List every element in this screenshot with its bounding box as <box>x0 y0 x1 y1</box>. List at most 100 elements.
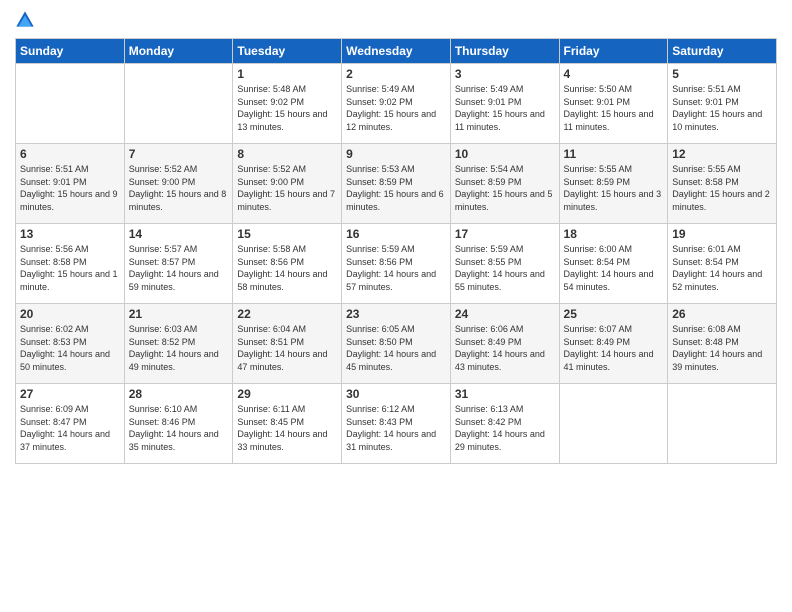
calendar-cell: 29 Sunrise: 6:11 AM Sunset: 8:45 PM Dayli… <box>233 384 342 464</box>
day-info: Sunrise: 5:57 AM Sunset: 8:57 PM Dayligh… <box>129 243 229 293</box>
day-number: 17 <box>455 227 555 241</box>
week-row-3: 13 Sunrise: 5:56 AM Sunset: 8:58 PM Dayli… <box>16 224 777 304</box>
day-info: Sunrise: 6:11 AM Sunset: 8:45 PM Dayligh… <box>237 403 337 453</box>
day-number: 16 <box>346 227 446 241</box>
day-number: 3 <box>455 67 555 81</box>
week-row-1: 1 Sunrise: 5:48 AM Sunset: 9:02 PM Daylig… <box>16 64 777 144</box>
day-number: 7 <box>129 147 229 161</box>
calendar-cell: 9 Sunrise: 5:53 AM Sunset: 8:59 PM Daylig… <box>342 144 451 224</box>
day-info: Sunrise: 6:09 AM Sunset: 8:47 PM Dayligh… <box>20 403 120 453</box>
day-number: 20 <box>20 307 120 321</box>
day-number: 22 <box>237 307 337 321</box>
day-info: Sunrise: 5:49 AM Sunset: 9:02 PM Dayligh… <box>346 83 446 133</box>
day-number: 26 <box>672 307 772 321</box>
day-info: Sunrise: 5:55 AM Sunset: 8:59 PM Dayligh… <box>564 163 664 213</box>
calendar-cell: 28 Sunrise: 6:10 AM Sunset: 8:46 PM Dayli… <box>124 384 233 464</box>
day-info: Sunrise: 5:56 AM Sunset: 8:58 PM Dayligh… <box>20 243 120 293</box>
calendar-cell: 4 Sunrise: 5:50 AM Sunset: 9:01 PM Daylig… <box>559 64 668 144</box>
day-number: 1 <box>237 67 337 81</box>
day-info: Sunrise: 5:52 AM Sunset: 9:00 PM Dayligh… <box>237 163 337 213</box>
calendar-cell: 31 Sunrise: 6:13 AM Sunset: 8:42 PM Dayli… <box>450 384 559 464</box>
day-info: Sunrise: 5:49 AM Sunset: 9:01 PM Dayligh… <box>455 83 555 133</box>
day-info: Sunrise: 5:59 AM Sunset: 8:56 PM Dayligh… <box>346 243 446 293</box>
calendar-cell <box>559 384 668 464</box>
day-info: Sunrise: 6:06 AM Sunset: 8:49 PM Dayligh… <box>455 323 555 373</box>
week-row-5: 27Sunrise: 6:09 AM Sunset: 8:47 PM Dayli… <box>16 384 777 464</box>
weekday-header-wednesday: Wednesday <box>342 39 451 64</box>
day-info: Sunrise: 6:02 AM Sunset: 8:53 PM Dayligh… <box>20 323 120 373</box>
weekday-header-thursday: Thursday <box>450 39 559 64</box>
day-number: 18 <box>564 227 664 241</box>
calendar-cell: 30 Sunrise: 6:12 AM Sunset: 8:43 PM Dayli… <box>342 384 451 464</box>
calendar-cell: 5 Sunrise: 5:51 AM Sunset: 9:01 PM Daylig… <box>668 64 777 144</box>
calendar-cell: 17Sunrise: 5:59 AM Sunset: 8:55 PM Dayli… <box>450 224 559 304</box>
day-number: 13 <box>20 227 120 241</box>
calendar-cell: 25 Sunrise: 6:07 AM Sunset: 8:49 PM Dayli… <box>559 304 668 384</box>
day-info: Sunrise: 5:53 AM Sunset: 8:59 PM Dayligh… <box>346 163 446 213</box>
calendar-cell: 2 Sunrise: 5:49 AM Sunset: 9:02 PM Daylig… <box>342 64 451 144</box>
day-number: 31 <box>455 387 555 401</box>
calendar-cell: 1 Sunrise: 5:48 AM Sunset: 9:02 PM Daylig… <box>233 64 342 144</box>
calendar-cell: 10Sunrise: 5:54 AM Sunset: 8:59 PM Dayli… <box>450 144 559 224</box>
calendar-cell: 8 Sunrise: 5:52 AM Sunset: 9:00 PM Daylig… <box>233 144 342 224</box>
calendar-cell <box>668 384 777 464</box>
weekday-header-row: SundayMondayTuesdayWednesdayThursdayFrid… <box>16 39 777 64</box>
day-number: 25 <box>564 307 664 321</box>
calendar-cell: 12Sunrise: 5:55 AM Sunset: 8:58 PM Dayli… <box>668 144 777 224</box>
calendar-cell: 13 Sunrise: 5:56 AM Sunset: 8:58 PM Dayli… <box>16 224 125 304</box>
day-number: 11 <box>564 147 664 161</box>
calendar-cell: 21 Sunrise: 6:03 AM Sunset: 8:52 PM Dayli… <box>124 304 233 384</box>
calendar-cell: 19Sunrise: 6:01 AM Sunset: 8:54 PM Dayli… <box>668 224 777 304</box>
day-info: Sunrise: 6:13 AM Sunset: 8:42 PM Dayligh… <box>455 403 555 453</box>
day-number: 6 <box>20 147 120 161</box>
day-info: Sunrise: 6:10 AM Sunset: 8:46 PM Dayligh… <box>129 403 229 453</box>
weekday-header-tuesday: Tuesday <box>233 39 342 64</box>
day-number: 2 <box>346 67 446 81</box>
day-number: 23 <box>346 307 446 321</box>
calendar-cell: 22 Sunrise: 6:04 AM Sunset: 8:51 PM Dayli… <box>233 304 342 384</box>
day-info: Sunrise: 6:00 AM Sunset: 8:54 PM Dayligh… <box>564 243 664 293</box>
calendar-cell: 15Sunrise: 5:58 AM Sunset: 8:56 PM Dayli… <box>233 224 342 304</box>
day-number: 19 <box>672 227 772 241</box>
day-info: Sunrise: 5:51 AM Sunset: 9:01 PM Dayligh… <box>672 83 772 133</box>
calendar-cell: 27Sunrise: 6:09 AM Sunset: 8:47 PM Dayli… <box>16 384 125 464</box>
calendar-cell: 24 Sunrise: 6:06 AM Sunset: 8:49 PM Dayli… <box>450 304 559 384</box>
header <box>15 10 777 30</box>
page: SundayMondayTuesdayWednesdayThursdayFrid… <box>0 0 792 612</box>
week-row-4: 20 Sunrise: 6:02 AM Sunset: 8:53 PM Dayli… <box>16 304 777 384</box>
day-info: Sunrise: 5:51 AM Sunset: 9:01 PM Dayligh… <box>20 163 120 213</box>
day-number: 8 <box>237 147 337 161</box>
day-info: Sunrise: 6:04 AM Sunset: 8:51 PM Dayligh… <box>237 323 337 373</box>
day-info: Sunrise: 6:03 AM Sunset: 8:52 PM Dayligh… <box>129 323 229 373</box>
calendar-cell: 16 Sunrise: 5:59 AM Sunset: 8:56 PM Dayli… <box>342 224 451 304</box>
logo <box>15 10 37 30</box>
day-info: Sunrise: 5:54 AM Sunset: 8:59 PM Dayligh… <box>455 163 555 213</box>
week-row-2: 6 Sunrise: 5:51 AM Sunset: 9:01 PM Daylig… <box>16 144 777 224</box>
day-info: Sunrise: 5:50 AM Sunset: 9:01 PM Dayligh… <box>564 83 664 133</box>
day-number: 28 <box>129 387 229 401</box>
calendar-cell: 26 Sunrise: 6:08 AM Sunset: 8:48 PM Dayli… <box>668 304 777 384</box>
day-info: Sunrise: 6:07 AM Sunset: 8:49 PM Dayligh… <box>564 323 664 373</box>
day-info: Sunrise: 6:08 AM Sunset: 8:48 PM Dayligh… <box>672 323 772 373</box>
calendar-cell <box>124 64 233 144</box>
calendar-cell: 3 Sunrise: 5:49 AM Sunset: 9:01 PM Daylig… <box>450 64 559 144</box>
day-info: Sunrise: 5:58 AM Sunset: 8:56 PM Dayligh… <box>237 243 337 293</box>
calendar-cell: 11 Sunrise: 5:55 AM Sunset: 8:59 PM Dayli… <box>559 144 668 224</box>
day-info: Sunrise: 5:48 AM Sunset: 9:02 PM Dayligh… <box>237 83 337 133</box>
calendar-cell: 20 Sunrise: 6:02 AM Sunset: 8:53 PM Dayli… <box>16 304 125 384</box>
calendar-cell <box>16 64 125 144</box>
day-number: 29 <box>237 387 337 401</box>
day-info: Sunrise: 5:55 AM Sunset: 8:58 PM Dayligh… <box>672 163 772 213</box>
day-number: 21 <box>129 307 229 321</box>
day-number: 24 <box>455 307 555 321</box>
day-number: 30 <box>346 387 446 401</box>
weekday-header-monday: Monday <box>124 39 233 64</box>
day-info: Sunrise: 6:05 AM Sunset: 8:50 PM Dayligh… <box>346 323 446 373</box>
day-number: 9 <box>346 147 446 161</box>
day-info: Sunrise: 6:12 AM Sunset: 8:43 PM Dayligh… <box>346 403 446 453</box>
day-number: 5 <box>672 67 772 81</box>
day-number: 4 <box>564 67 664 81</box>
day-info: Sunrise: 5:52 AM Sunset: 9:00 PM Dayligh… <box>129 163 229 213</box>
weekday-header-friday: Friday <box>559 39 668 64</box>
weekday-header-saturday: Saturday <box>668 39 777 64</box>
